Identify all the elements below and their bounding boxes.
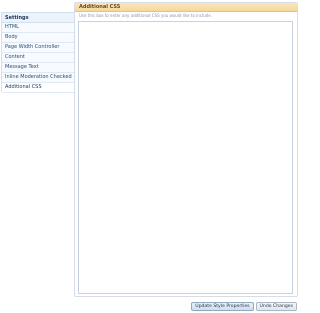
sidebar-item-inline-moderation-checked[interactable]: Inline Moderation Checked: [2, 73, 74, 83]
sidebar-item-html[interactable]: HTML: [2, 23, 74, 33]
sidebar-item-body[interactable]: Body: [2, 33, 74, 43]
additional-css-panel: Additional CSS Use this box to enter any…: [74, 2, 298, 297]
settings-sidebar: Settings HTML Body Page Width Controller…: [1, 12, 74, 93]
update-style-properties-button[interactable]: Update Style Properties: [191, 302, 254, 311]
sidebar-item-message-text[interactable]: Message Text: [2, 63, 74, 73]
button-row: Update Style Properties Undo Changes: [191, 302, 297, 311]
panel-explain-text: Use this box to enter any additional CSS…: [79, 13, 212, 18]
sidebar-list: HTML Body Page Width Controller Content …: [2, 23, 74, 93]
panel-title: Additional CSS: [75, 3, 297, 12]
additional-css-textarea[interactable]: [78, 21, 293, 294]
sidebar-item-additional-css[interactable]: Additional CSS: [2, 83, 74, 93]
sidebar-item-content[interactable]: Content: [2, 53, 74, 63]
undo-changes-button[interactable]: Undo Changes: [255, 302, 297, 311]
sidebar-item-page-width-controller[interactable]: Page Width Controller: [2, 43, 74, 53]
sidebar-heading: Settings: [2, 13, 74, 23]
